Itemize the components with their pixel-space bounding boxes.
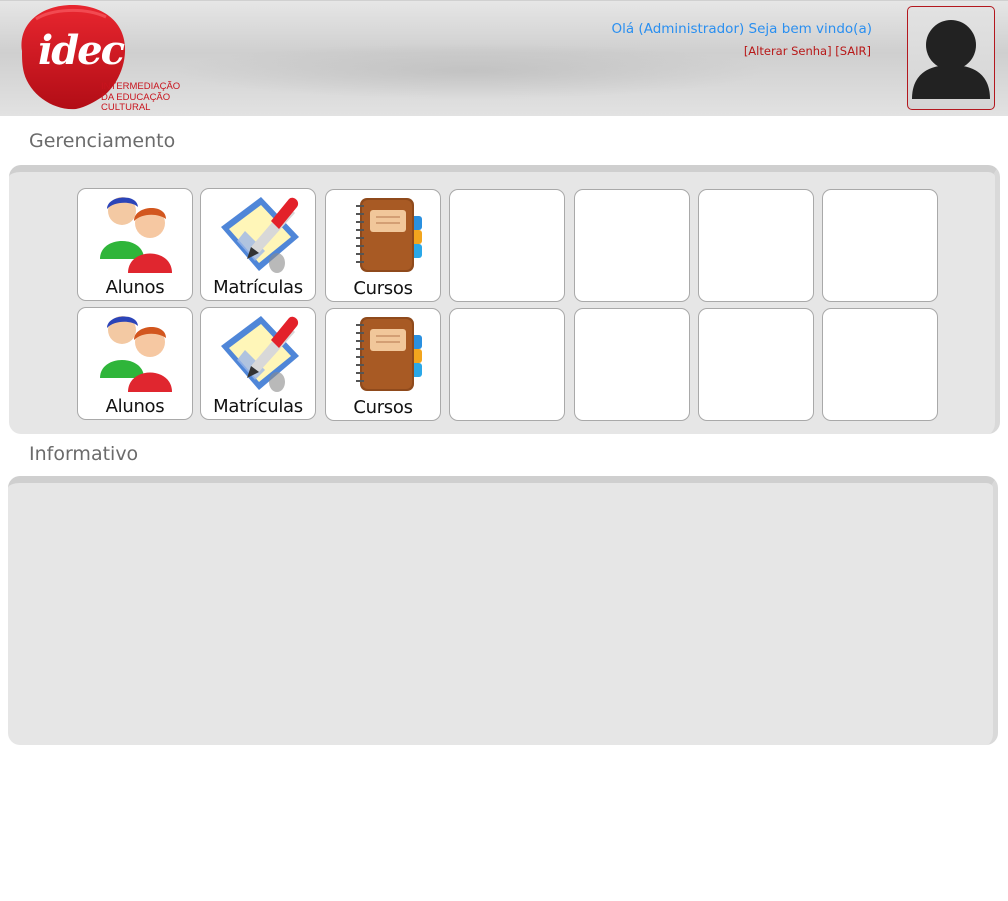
tile-alunos[interactable]: Alunos <box>77 188 193 301</box>
tile-label: Alunos <box>105 277 165 298</box>
tile-empty[interactable] <box>822 308 938 421</box>
tile-empty[interactable] <box>574 308 690 421</box>
logo-tagline-line: CULTURAL <box>101 102 151 113</box>
tile-label: Matrículas <box>213 396 303 417</box>
header: idec INTERMEDIAÇÃO DA EDUCAÇÃO CULTURAL … <box>0 0 1008 116</box>
tile-matriculas[interactable]: Matrículas <box>200 188 316 301</box>
enrollment-icon <box>221 197 299 273</box>
logo-tagline: INTERMEDIAÇÃO DA EDUCAÇÃO CULTURAL <box>101 81 191 114</box>
tile-label: Cursos <box>353 278 413 299</box>
tile-empty[interactable] <box>698 308 814 421</box>
tile-cursos[interactable]: Cursos <box>325 189 441 302</box>
logo-tagline-line: INTERMEDIAÇÃO <box>101 81 181 92</box>
welcome-message: Olá (Administrador) Seja bem vindo(a) <box>611 21 872 37</box>
logout-link[interactable]: [SAIR] <box>835 44 871 58</box>
tile-empty[interactable] <box>822 189 938 302</box>
info-panel <box>8 476 998 745</box>
change-password-link[interactable]: [Alterar Senha] <box>744 44 832 58</box>
section-title-management: Gerenciamento <box>29 130 176 152</box>
tile-empty[interactable] <box>449 189 565 302</box>
tile-label: Matrículas <box>213 277 303 298</box>
tile-empty[interactable] <box>698 189 814 302</box>
notebook-icon <box>356 317 422 391</box>
user-silhouette-icon <box>912 20 990 99</box>
logo-wordmark: idec <box>38 27 125 74</box>
tile-label: Alunos <box>105 396 165 417</box>
account-links: [Alterar Senha] [SAIR] <box>744 44 871 58</box>
notebook-icon <box>356 198 422 272</box>
tile-cursos[interactable]: Cursos <box>325 308 441 421</box>
section-title-info: Informativo <box>29 443 139 465</box>
tile-empty[interactable] <box>449 308 565 421</box>
tile-alunos[interactable]: Alunos <box>77 307 193 420</box>
tile-matriculas[interactable]: Matrículas <box>200 307 316 420</box>
avatar[interactable] <box>907 6 995 110</box>
tile-label: Cursos <box>353 397 413 418</box>
enrollment-icon <box>221 316 299 392</box>
tile-empty[interactable] <box>574 189 690 302</box>
students-icon <box>100 316 172 392</box>
students-icon <box>100 197 172 273</box>
